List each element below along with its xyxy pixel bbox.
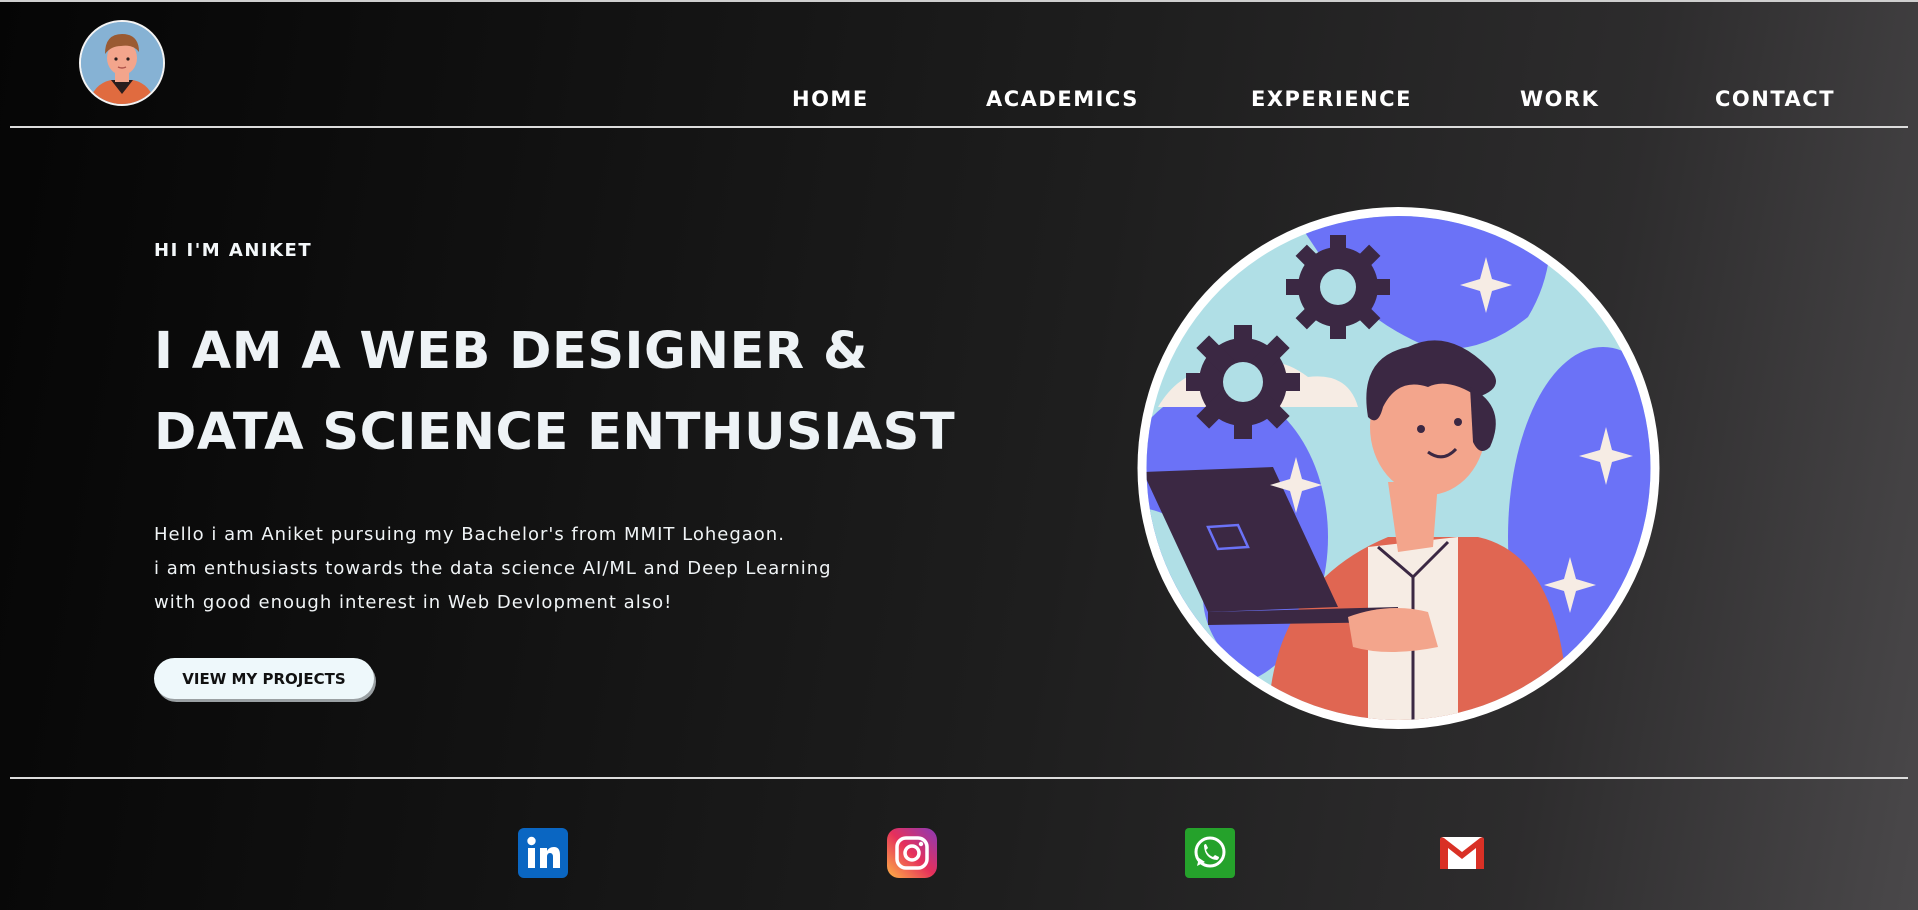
avatar-illustration	[81, 22, 163, 104]
headline-line-2: DATA SCIENCE ENTHUSIAST	[154, 403, 956, 462]
nav-academics[interactable]: ACADEMICS	[986, 84, 1139, 114]
nav-contact[interactable]: CONTACT	[1715, 84, 1835, 114]
site-header: HOME ACADEMICS EXPERIENCE WORK CONTACT	[0, 0, 1918, 128]
developer-illustration	[1137, 207, 1660, 729]
footer-divider	[10, 777, 1908, 779]
intro-text-line-3: with good enough interest in Web Devlopm…	[154, 592, 673, 613]
whatsapp-icon[interactable]	[1185, 828, 1235, 878]
intro-eyebrow: HI I'M ANIKET	[154, 240, 313, 261]
gmail-icon[interactable]	[1437, 828, 1487, 878]
linkedin-icon[interactable]	[518, 828, 568, 878]
nav-home[interactable]: HOME	[792, 84, 869, 114]
instagram-icon[interactable]	[887, 828, 937, 878]
nav-work[interactable]: WORK	[1520, 84, 1599, 114]
avatar-logo[interactable]	[79, 20, 165, 106]
intro-text-line-1: Hello i am Aniket pursuing my Bachelor's…	[154, 524, 785, 545]
hero-illustration	[1128, 207, 1669, 729]
nav-experience[interactable]: EXPERIENCE	[1251, 84, 1412, 114]
view-projects-button[interactable]: VIEW MY PROJECTS	[154, 658, 374, 699]
intro-text-line-2: i am enthusiasts towards the data scienc…	[154, 558, 832, 579]
headline-line-1: I AM A WEB DESIGNER &	[154, 322, 868, 381]
header-divider	[10, 126, 1908, 128]
